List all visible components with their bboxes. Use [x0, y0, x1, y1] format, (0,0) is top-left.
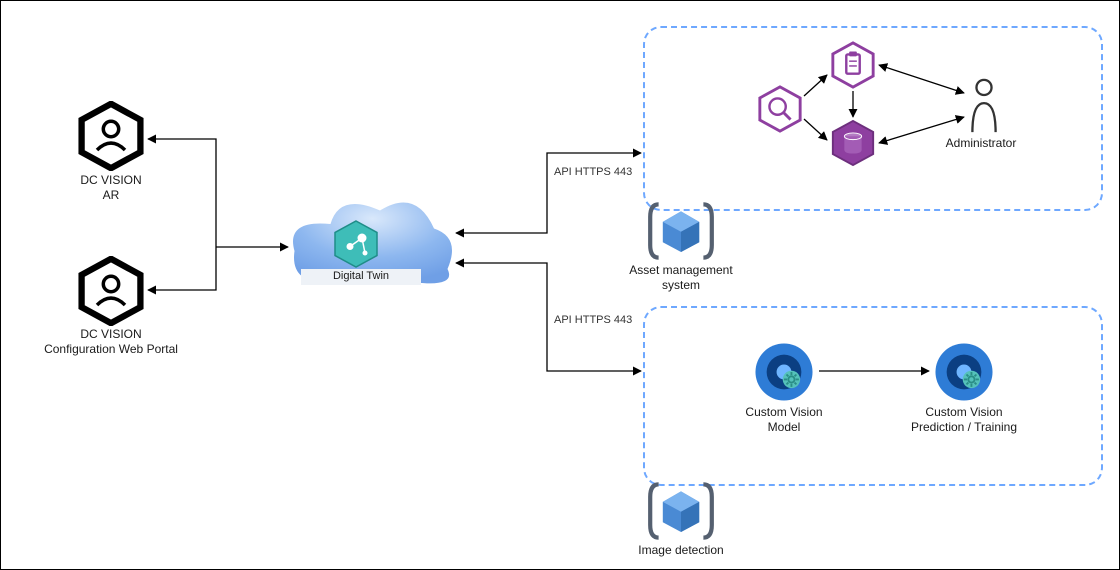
- label-dc-vision-ar: DC VISIONAR: [31, 173, 191, 203]
- label-ams: Asset managementsystem: [601, 263, 761, 293]
- hex-web-portal-icon: [76, 256, 146, 326]
- hex-clipboard-icon: [829, 41, 877, 89]
- label-dc-vision-web-portal: DC VISIONConfiguration Web Portal: [31, 327, 191, 357]
- label-cv-prediction: Custom VisionPrediction / Training: [884, 405, 1044, 435]
- label-cv-model: Custom VisionModel: [704, 405, 864, 435]
- ams-icon: [641, 196, 721, 266]
- diagram-canvas: DC VISIONAR DC VISIONConfiguration Web P…: [0, 0, 1120, 570]
- label-administrator: Administrator: [921, 136, 1041, 151]
- label-digital-twin: Digital Twin: [301, 269, 421, 285]
- group-image-detection: [643, 306, 1103, 486]
- administrator-icon: [966, 77, 1002, 135]
- hex-magnifier-icon: [756, 85, 804, 133]
- label-api-bottom: API HTTPS 443: [554, 314, 632, 326]
- hex-ar-icon: [76, 101, 146, 171]
- label-api-top: API HTTPS 443: [554, 166, 632, 178]
- image-detection-icon: [641, 476, 721, 546]
- hex-database-icon: [829, 119, 877, 167]
- cv-prediction-icon: [933, 341, 995, 403]
- cv-model-icon: [753, 341, 815, 403]
- label-image-detection: Image detection: [601, 543, 761, 558]
- digital-twin-icon: [331, 219, 381, 269]
